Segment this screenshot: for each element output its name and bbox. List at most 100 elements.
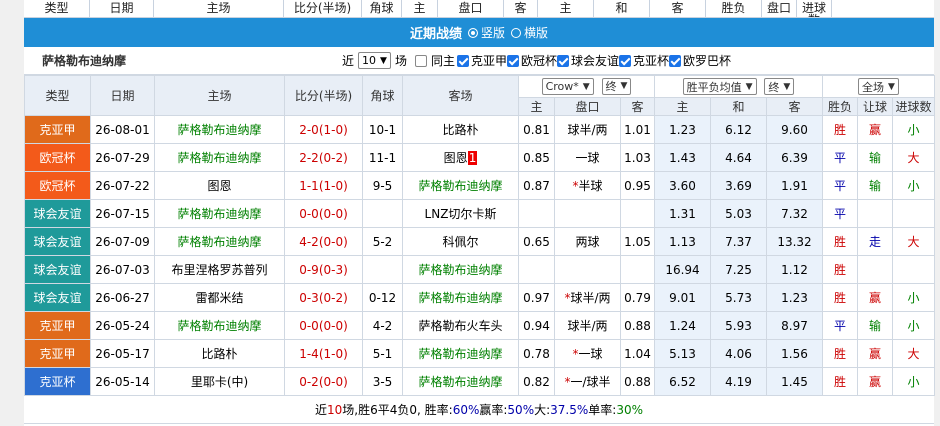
eu-home-odds: 3.60	[654, 171, 711, 200]
home-team[interactable]: 萨格勒布迪纳摩	[154, 143, 285, 172]
match-type[interactable]: 欧冠杯	[24, 171, 91, 200]
score-cell[interactable]: 2-0(1-0)	[284, 115, 363, 144]
table-row: 球会友谊 26-06-27 雷都米结 0-3(0-2) 0-12 萨格勒布迪纳摩 0.97 *…	[24, 283, 936, 312]
home-team[interactable]: 萨格勒布迪纳摩	[154, 115, 285, 144]
full-score[interactable]: 1-1	[299, 179, 319, 193]
away-team[interactable]: 萨格勒布火车头	[402, 311, 519, 340]
eu-draw-odds: 6.12	[710, 115, 767, 144]
result-wl: 胜	[822, 227, 858, 256]
home-team[interactable]: 图恩	[154, 171, 285, 200]
competition-checkbox[interactable]	[619, 54, 632, 67]
full-score[interactable]: 0-9	[299, 263, 319, 277]
score-cell[interactable]: 0-9(0-3)	[284, 255, 363, 284]
eu-home-odds: 1.13	[654, 227, 711, 256]
filter-bar: 萨格勒布迪纳摩 近 10 ▼ 场 同主 克亚甲 欧冠杯 球会友谊 克亚杯 欧罗巴杯	[24, 47, 934, 75]
eu-home-odds: 16.94	[654, 255, 711, 284]
hc-home-odds: 0.97	[518, 283, 555, 312]
hc-line	[554, 255, 621, 284]
away-team[interactable]: LNZ切尔卡斯	[402, 199, 519, 228]
top-strip-cell: 比分(半场)	[284, 0, 362, 17]
match-type[interactable]: 克亚甲	[24, 339, 91, 368]
score-cell[interactable]: 0-0(0-0)	[284, 311, 363, 340]
away-team[interactable]: 萨格勒布迪纳摩	[402, 255, 519, 284]
home-team[interactable]: 比路朴	[154, 339, 285, 368]
competition-checkbox[interactable]	[557, 54, 569, 67]
home-team[interactable]: 里耶卡(中)	[154, 367, 285, 396]
match-type[interactable]: 克亚甲	[24, 311, 91, 340]
match-count-select[interactable]: 10 ▼	[358, 52, 391, 69]
odds-type-select[interactable]: 胜平负均值 ▼	[682, 78, 757, 95]
full-score[interactable]: 0-2	[299, 375, 319, 389]
corner-cell: 5-2	[362, 227, 403, 256]
home-team[interactable]: 布里涅格罗苏普列	[154, 255, 285, 284]
handicap-stage-select[interactable]: 终 ▼	[601, 77, 632, 95]
away-team[interactable]: 萨格勒布迪纳摩	[402, 339, 519, 368]
match-date: 26-08-01	[90, 115, 155, 144]
match-type[interactable]: 克亚杯	[24, 367, 91, 396]
eu-away-odds: 1.56	[766, 339, 823, 368]
corner-cell: 11-1	[362, 143, 403, 172]
score-cell[interactable]: 1-4(1-0)	[284, 339, 363, 368]
full-score[interactable]: 2-2	[299, 151, 319, 165]
half-score: (1-0)	[318, 178, 348, 193]
col-score: 比分(半场)	[284, 75, 363, 116]
match-type[interactable]: 球会友谊	[24, 199, 91, 228]
chevron-down-icon: ▼	[783, 81, 791, 92]
full-score[interactable]: 2-0	[299, 123, 319, 137]
horizontal-label[interactable]: 横版	[524, 24, 548, 41]
vertical-radio[interactable]	[467, 27, 478, 38]
match-type[interactable]: 球会友谊	[24, 255, 91, 284]
same-home-checkbox[interactable]	[414, 54, 427, 67]
red-card-badge: 1	[467, 151, 478, 165]
match-type[interactable]: 球会友谊	[24, 227, 91, 256]
result-handicap: 赢	[857, 367, 893, 396]
corner-cell: 4-2	[362, 311, 403, 340]
score-cell[interactable]: 0-0(0-0)	[284, 199, 363, 228]
home-team[interactable]: 雷都米结	[154, 283, 285, 312]
competition-checkbox[interactable]	[456, 54, 469, 67]
away-team[interactable]: 萨格勒布迪纳摩	[402, 367, 519, 396]
result-wl: 胜	[822, 115, 858, 144]
odds-stage-select[interactable]: 终 ▼	[764, 78, 795, 95]
score-cell[interactable]: 0-2(0-0)	[284, 367, 363, 396]
full-score[interactable]: 1-4	[299, 347, 319, 361]
home-team[interactable]: 萨格勒布迪纳摩	[154, 227, 285, 256]
full-score[interactable]: 0-0	[299, 207, 319, 221]
result-handicap: 输	[857, 311, 893, 340]
away-team[interactable]: 萨格勒布迪纳摩	[402, 283, 519, 312]
vertical-label[interactable]: 竖版	[481, 24, 505, 41]
score-cell[interactable]: 4-2(0-0)	[284, 227, 363, 256]
home-team[interactable]: 萨格勒布迪纳摩	[154, 311, 285, 340]
eu-away-odds: 1.45	[766, 367, 823, 396]
summary-count: 10	[327, 402, 343, 417]
full-score[interactable]: 0-0	[299, 319, 319, 333]
home-team[interactable]: 萨格勒布迪纳摩	[154, 199, 285, 228]
result-goals: 大	[891, 339, 936, 368]
full-score[interactable]: 4-2	[299, 235, 319, 249]
score-cell[interactable]: 0-3(0-2)	[284, 283, 363, 312]
competition-checkbox[interactable]	[506, 54, 519, 67]
away-team[interactable]: 比路朴	[402, 115, 519, 144]
top-strip-cell: 盘口	[438, 0, 504, 17]
result-wl: 胜	[822, 367, 858, 396]
hc-away-odds: 0.88	[620, 311, 655, 340]
score-cell[interactable]: 1-1(1-0)	[284, 171, 363, 200]
company-select[interactable]: Crow* ▼	[541, 78, 594, 96]
col-eu-draw: 和	[710, 97, 767, 116]
match-type[interactable]: 欧冠杯	[24, 143, 91, 172]
corner-cell: 9-5	[362, 171, 403, 200]
match-type[interactable]: 球会友谊	[24, 283, 91, 312]
away-team[interactable]: 科佩尔	[402, 227, 519, 256]
away-team[interactable]: 萨格勒布迪纳摩	[402, 171, 519, 200]
horizontal-radio[interactable]	[511, 27, 521, 38]
full-score[interactable]: 0-3	[299, 291, 319, 305]
scope-select[interactable]: 全场 ▼	[858, 78, 899, 95]
col-res-hc: 让球	[857, 97, 893, 116]
competition-checkbox[interactable]	[669, 54, 682, 67]
away-team[interactable]: 图恩1	[402, 143, 519, 172]
score-cell[interactable]: 2-2(0-2)	[284, 143, 363, 172]
match-type[interactable]: 克亚甲	[24, 115, 91, 144]
half-score: (0-0)	[318, 234, 348, 249]
eu-draw-odds: 4.19	[710, 367, 767, 396]
match-date: 26-07-09	[90, 227, 155, 256]
